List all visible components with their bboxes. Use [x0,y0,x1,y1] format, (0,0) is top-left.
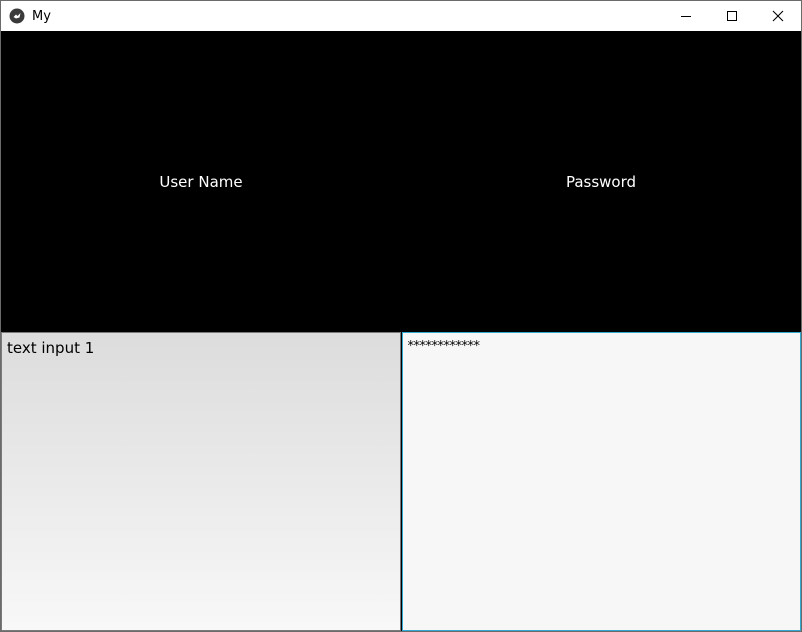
username-input[interactable]: text input 1 [1,332,401,631]
minimize-icon [681,16,691,17]
kivy-app-icon [9,8,25,24]
minimize-button[interactable] [663,1,709,31]
password-input[interactable]: ************ [401,332,801,631]
labels-row: User Name Password [1,31,801,332]
close-icon [772,10,784,22]
maximize-icon [727,11,737,21]
password-label: Password [565,172,637,191]
close-button[interactable] [755,1,801,31]
title-bar[interactable]: My [1,1,801,31]
window-controls [663,1,801,31]
app-window: My User Name Password text input 1 *****… [0,0,802,632]
maximize-button[interactable] [709,1,755,31]
window-title: My [32,8,51,24]
inputs-row: text input 1 ************ [1,332,801,631]
username-label: User Name [159,172,243,191]
